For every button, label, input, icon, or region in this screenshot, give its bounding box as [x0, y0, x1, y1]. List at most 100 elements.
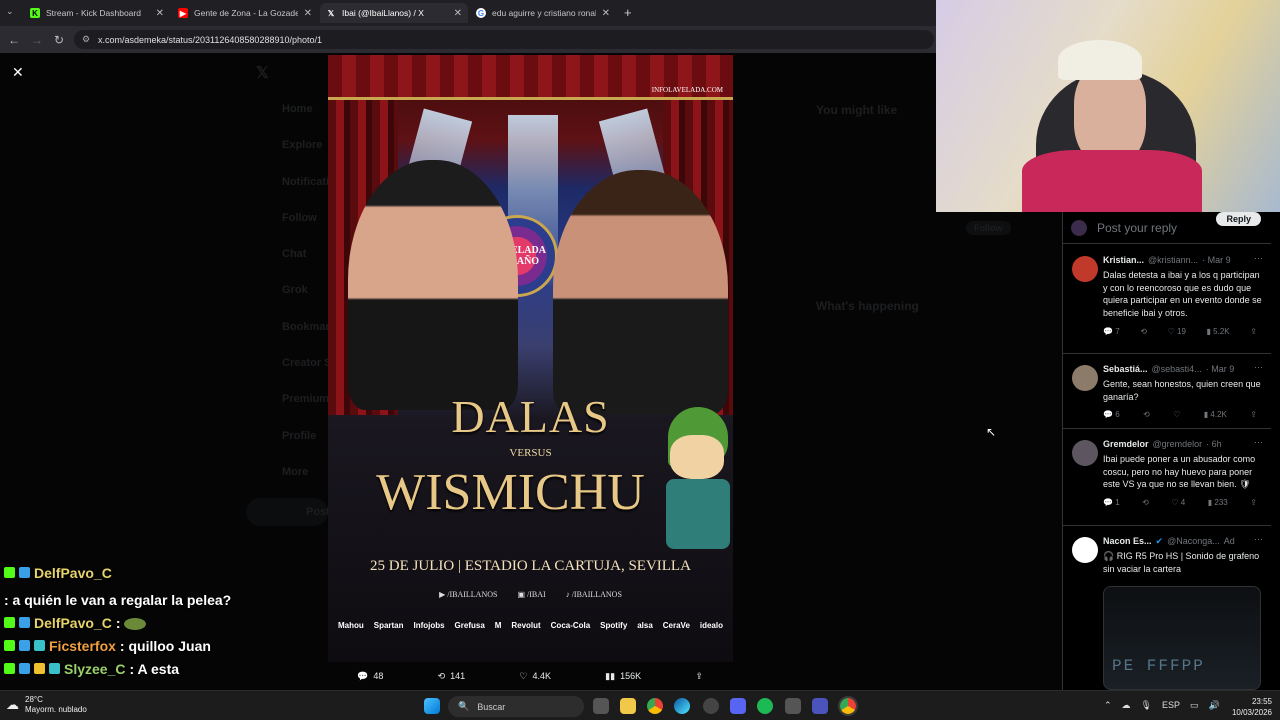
views-icon[interactable]: ▮ 233 — [1208, 497, 1228, 510]
close-tab-icon[interactable]: ✕ — [304, 8, 312, 19]
url-text: x.com/asdemeka/status/203112640858028891… — [98, 34, 323, 45]
post-button-dimmed: Post — [246, 498, 330, 526]
tab-youtube[interactable]: ▶ Gente de Zona - La Gozadera ( ✕ — [172, 3, 318, 23]
weather-widget[interactable]: ☁ 28°C Mayorm. nublado — [6, 695, 87, 715]
more-options-icon[interactable]: ⋯ — [1254, 252, 1263, 265]
more-options-icon[interactable]: ⋯ — [1254, 436, 1263, 449]
discord-icon[interactable] — [730, 698, 746, 714]
tab-google-search[interactable]: G edu aguirre y cristiano ronaldo ✕ — [470, 3, 616, 23]
share-icon[interactable]: ⇪ — [1250, 326, 1257, 339]
sponsor: Spotify — [600, 621, 628, 630]
close-tab-icon[interactable]: ✕ — [156, 8, 164, 19]
reply-handle: @sebasti4... — [1151, 364, 1202, 374]
reply-icon[interactable]: 💬 1 — [1103, 497, 1120, 510]
repost-icon[interactable]: ⟲ — [1142, 497, 1149, 510]
chrome-active-icon[interactable] — [838, 696, 858, 716]
like-action[interactable]: ♡ 4.4K — [519, 671, 551, 682]
heart-icon[interactable]: ♡ 19 — [1168, 326, 1186, 339]
reply-input[interactable]: Post your reply — [1097, 221, 1177, 235]
reload-icon[interactable]: ↻ — [54, 33, 64, 47]
reply-action[interactable]: 💬 48 — [357, 671, 383, 682]
google-icon: G — [476, 8, 486, 18]
kick-icon — [4, 617, 15, 628]
close-photo-icon[interactable]: ✕ — [12, 64, 24, 81]
spotify-icon[interactable] — [757, 698, 773, 714]
mouse-cursor-icon: ↖ — [986, 425, 997, 439]
repost-icon[interactable]: ⟲ — [1143, 409, 1150, 422]
views-icon[interactable]: ▮ 5.2K — [1207, 326, 1230, 339]
heart-icon[interactable]: ♡ — [1173, 409, 1180, 422]
kick-icon: K — [30, 8, 40, 18]
tab-x-ibai[interactable]: 𝕏 Ibai (@IbaiLlanos) / X ✕ — [320, 3, 468, 23]
sponsor: M — [494, 621, 502, 630]
views-icon[interactable]: ▮ 4.2K — [1204, 409, 1227, 422]
more-options-icon[interactable]: ⋯ — [1254, 361, 1263, 374]
tab-title: Gente de Zona - La Gozadera ( — [194, 8, 298, 18]
nav-explore: Explore — [282, 139, 323, 151]
chat-username: DelfPavo_C — [34, 565, 112, 581]
taskbar-search[interactable]: 🔍 Buscar — [448, 696, 584, 717]
temperature: 28°C — [25, 695, 43, 704]
clock[interactable]: 23:55 10/03/2026 — [1232, 696, 1272, 718]
repost-icon[interactable]: ⟲ — [1140, 326, 1147, 339]
language-indicator[interactable]: ESP — [1162, 700, 1180, 711]
sponsor: Infojobs — [413, 621, 445, 630]
chevron-up-icon[interactable]: ⌃ — [1104, 700, 1112, 711]
nav-profile: Profile — [282, 430, 317, 442]
forward-icon[interactable]: → — [31, 33, 43, 47]
tweet-photo[interactable]: INFOLAVELADA.COM LA VELADA DEL AÑO DALAS… — [328, 55, 733, 662]
ad-media[interactable]: PE FFFPP — [1103, 586, 1261, 690]
share-action[interactable]: ⇪ — [695, 671, 703, 682]
tab-title: edu aguirre y cristiano ronaldo — [492, 8, 596, 18]
badge-icon — [34, 663, 45, 674]
streamer-shirt — [1022, 150, 1202, 212]
reply-composer[interactable]: Post your reply Reply — [1063, 212, 1271, 244]
view-count: 4.2K — [1210, 410, 1227, 420]
cloud-icon[interactable]: ☁ — [1122, 700, 1131, 711]
share-icon: ⇪ — [695, 670, 703, 681]
reply-item[interactable]: Kristian... @kristiann... · Mar 9 ⋯ Dalas … — [1063, 246, 1271, 354]
reply-icon[interactable]: 💬 7 — [1103, 326, 1120, 339]
reply-text: Dalas detesta a ibai y a los q participa… — [1103, 269, 1262, 319]
edge-icon[interactable] — [674, 698, 690, 714]
reply-button[interactable]: Reply — [1216, 212, 1261, 226]
share-icon[interactable]: ⇪ — [1250, 497, 1257, 510]
tab-kick-dashboard[interactable]: K Stream - Kick Dashboard ✕ — [24, 3, 170, 23]
nav-grok: Grok — [282, 284, 308, 296]
avatar — [1072, 256, 1098, 282]
reply-icon[interactable]: 💬 6 — [1103, 409, 1120, 422]
url-input[interactable]: ⚙ x.com/asdemeka/status/2031126408580288… — [74, 30, 934, 49]
reply-item[interactable]: Gremdelor @gremdelor · 6h ⋯ Ibai puede pon… — [1063, 430, 1271, 526]
network-icon[interactable]: ▭ — [1190, 700, 1199, 711]
reply-item[interactable]: Sebastiá... @sebasti4... · Mar 9 ⋯ Gente, … — [1063, 355, 1271, 429]
app-icon[interactable] — [785, 698, 801, 714]
reply-count: 48 — [373, 671, 384, 681]
heart-icon[interactable]: ♡ 4 — [1171, 497, 1185, 510]
social-handle: /IBAI — [527, 590, 546, 599]
sponsor: Spartan — [373, 621, 404, 630]
reply-name: Kristian... — [1103, 255, 1145, 265]
new-tab-icon[interactable]: + — [624, 5, 632, 20]
task-view-icon[interactable] — [593, 698, 609, 714]
close-tab-icon[interactable]: ✕ — [454, 8, 462, 19]
badge-icon — [19, 640, 30, 651]
reply-name: Nacon Es... — [1103, 536, 1152, 546]
close-tab-icon[interactable]: ✕ — [602, 8, 610, 19]
windows-start-icon[interactable] — [424, 698, 440, 714]
chrome-icon[interactable] — [647, 698, 663, 714]
repost-action[interactable]: ⟲ 141 — [438, 671, 466, 682]
reply-stats: 💬 6 ⟲ ♡ ▮ 4.2K ⇪ — [1103, 409, 1263, 422]
file-explorer-icon[interactable] — [620, 698, 636, 714]
back-icon[interactable]: ← — [8, 33, 20, 47]
teams-icon[interactable] — [812, 698, 828, 714]
share-icon[interactable]: ⇪ — [1250, 409, 1257, 422]
views-action[interactable]: ▮▮ 156K — [605, 671, 641, 682]
nav-more: More — [282, 466, 309, 478]
microphone-icon[interactable]: 🎙 — [1141, 700, 1152, 711]
tab-list-chevron-icon[interactable]: ⌄ — [6, 6, 14, 17]
nav-chat: Chat — [282, 248, 307, 260]
volume-icon[interactable]: 🔊 — [1209, 700, 1220, 711]
more-options-icon[interactable]: ⋯ — [1254, 533, 1263, 546]
site-info-icon[interactable]: ⚙ — [82, 34, 90, 45]
app-icon[interactable] — [703, 698, 719, 714]
